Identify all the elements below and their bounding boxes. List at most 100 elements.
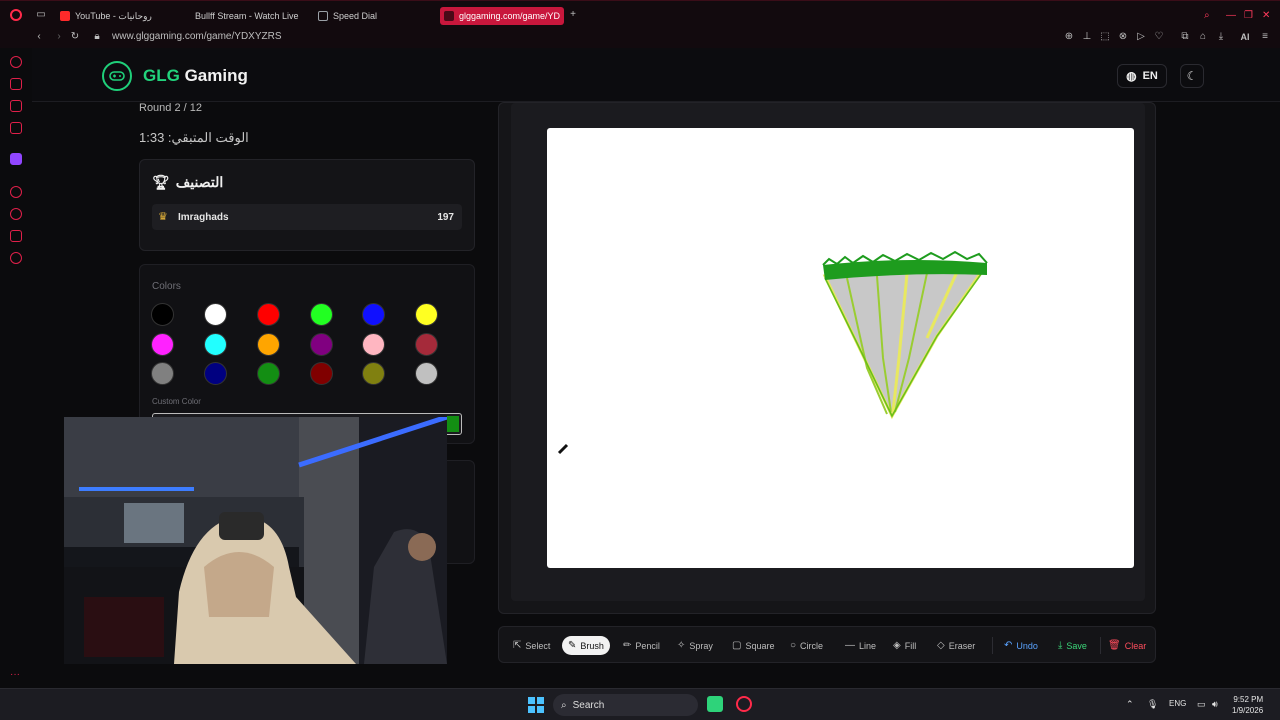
taskbar-clock[interactable]: 9:52 PM 1/9/2026 xyxy=(1232,694,1263,716)
color-swatch[interactable] xyxy=(310,303,333,326)
color-swatch[interactable] xyxy=(362,362,385,385)
trash-icon: 🗑︎ xyxy=(1108,640,1121,651)
tray-chevron-icon[interactable]: ⌃ xyxy=(1126,699,1134,710)
pin-icon[interactable]: ⊥ xyxy=(1082,32,1092,42)
account-icon[interactable]: ⌂ xyxy=(1198,32,1208,42)
sidebar-messenger-icon[interactable] xyxy=(10,100,22,112)
spray-tool[interactable]: ✧ Spray xyxy=(671,636,719,655)
snapshot-icon[interactable]: ⬚ xyxy=(1100,32,1110,42)
adblock-icon[interactable]: ⊗ xyxy=(1118,32,1128,42)
search-icon[interactable]: ⌕ xyxy=(1204,10,1210,21)
opera-gx-icon[interactable] xyxy=(736,696,752,712)
fill-tool[interactable]: ◈ Fill xyxy=(887,636,922,655)
extensions-icon[interactable]: ⧉ xyxy=(1180,32,1190,42)
sidebar-news-icon[interactable] xyxy=(10,122,22,134)
url-field[interactable]: www.glggaming.com/game/YDXYZRS xyxy=(112,31,282,42)
close-icon[interactable]: ✕ xyxy=(1262,10,1270,21)
color-swatch[interactable] xyxy=(151,333,174,356)
windows-start-icon[interactable] xyxy=(528,697,544,713)
pencil-tool[interactable]: ✏︎ Pencil xyxy=(617,636,666,655)
color-swatch[interactable] xyxy=(151,303,174,326)
tool-label: Select xyxy=(525,640,551,651)
workspaces-icon[interactable]: ▭ xyxy=(36,10,46,20)
download-icon[interactable]: ⤓ xyxy=(1216,32,1226,42)
brush-tool[interactable]: ✎ Brush xyxy=(562,636,610,655)
webcam-feed-image xyxy=(64,417,447,664)
twitch-icon[interactable] xyxy=(10,153,22,165)
round-indicator: Round 2 / 12 xyxy=(139,102,202,114)
tab-label: Speed Dial xyxy=(333,11,378,21)
clear-button[interactable]: 🗑︎ Clear xyxy=(1102,636,1152,655)
color-swatch[interactable] xyxy=(151,362,174,385)
tab-favicon-icon xyxy=(444,11,454,21)
drawing-canvas[interactable] xyxy=(547,128,1134,568)
menu-icon[interactable]: ≡ xyxy=(1260,32,1270,42)
network-icon[interactable]: ▭ xyxy=(1197,699,1206,710)
forward-icon[interactable]: › xyxy=(54,32,64,42)
sidebar-settings-icon[interactable] xyxy=(10,252,22,264)
color-swatch[interactable] xyxy=(204,362,227,385)
back-icon[interactable]: ‹ xyxy=(34,32,44,42)
minimize-icon[interactable]: — xyxy=(1226,10,1236,21)
sidebar-more-icon[interactable]: ··· xyxy=(10,670,22,684)
sidebar-store-icon[interactable] xyxy=(10,78,22,90)
tool-label: Save xyxy=(1066,640,1087,651)
ai-button[interactable]: AI xyxy=(1236,32,1254,42)
taskbar-search[interactable]: ⌕ Search xyxy=(553,694,698,716)
discord-icon[interactable] xyxy=(707,696,723,712)
tab-speed-dial[interactable]: Speed Dial xyxy=(314,7,424,25)
browser-tab-bar: ▭ YouTube - روحانيات Bullff Stream - Wat… xyxy=(0,0,1280,28)
color-swatch[interactable] xyxy=(257,333,280,356)
reload-icon[interactable]: ↻ xyxy=(70,32,80,42)
tool-label: Undo xyxy=(1016,640,1038,651)
line-tool[interactable]: — Line xyxy=(839,636,882,655)
tab-youtube[interactable]: YouTube - روحانيات xyxy=(56,7,174,25)
select-tool[interactable]: ⇱ Select xyxy=(507,636,556,655)
undo-button[interactable]: ↶ Undo xyxy=(998,636,1044,655)
tool-label: Circle xyxy=(800,640,824,651)
clock-time: 9:52 PM xyxy=(1233,695,1264,704)
color-swatch[interactable] xyxy=(362,303,385,326)
square-tool[interactable]: ▢ Square xyxy=(726,636,780,655)
color-swatch[interactable] xyxy=(204,303,227,326)
color-swatch[interactable] xyxy=(415,333,438,356)
save-button[interactable]: ⤓ Save xyxy=(1052,636,1093,655)
circle-tool[interactable]: ○ Circle xyxy=(784,636,829,655)
new-tab-button[interactable]: + xyxy=(568,10,578,20)
ranking-title: 🏆︎ التصنيف xyxy=(152,174,223,191)
site-logo[interactable]: GLG Gaming xyxy=(143,66,248,86)
color-swatch[interactable] xyxy=(362,333,385,356)
player-icon[interactable]: ▷ xyxy=(1136,32,1146,42)
tool-label: Square xyxy=(745,640,775,651)
language-button[interactable]: ◍ EN xyxy=(1117,64,1167,88)
microphone-icon[interactable]: 🎙︎ xyxy=(1147,699,1158,710)
sidebar-gx-corner-icon[interactable] xyxy=(10,56,22,68)
tool-label: Eraser xyxy=(948,640,976,651)
player-name: Imraghads xyxy=(178,212,229,223)
color-swatch[interactable] xyxy=(310,362,333,385)
sidebar-player-icon[interactable] xyxy=(10,186,22,198)
input-language[interactable]: ENG xyxy=(1169,699,1186,708)
color-swatch[interactable] xyxy=(415,362,438,385)
color-swatch[interactable] xyxy=(204,333,227,356)
eraser-tool[interactable]: ◇ Eraser xyxy=(931,636,981,655)
drawing-toolbar: ⇱ Select ✎ Brush ✏︎ Pencil ✧ Spray ▢ Square ○… xyxy=(498,626,1156,663)
color-swatch[interactable] xyxy=(257,362,280,385)
tab-stream[interactable]: Bullff Stream - Watch Live xyxy=(186,7,302,25)
custom-color-preview xyxy=(447,416,459,432)
tool-label: Brush xyxy=(580,640,604,651)
color-swatch[interactable] xyxy=(310,333,333,356)
theme-toggle-button[interactable]: ☾ xyxy=(1180,64,1204,88)
color-swatch[interactable] xyxy=(257,303,280,326)
gamepad-icon[interactable] xyxy=(102,61,132,91)
tab-glggaming[interactable]: glggaming.com/game/YD xyxy=(440,7,564,25)
toolbar-divider xyxy=(992,637,993,654)
heart-icon[interactable]: ♡ xyxy=(1154,32,1164,42)
color-swatch[interactable] xyxy=(415,303,438,326)
sidebar-extensions-icon[interactable] xyxy=(10,230,22,242)
volume-icon[interactable]: 🔊︎ xyxy=(1212,699,1218,710)
zoom-icon[interactable]: ⊕ xyxy=(1064,32,1074,42)
maximize-icon[interactable]: ❐ xyxy=(1244,10,1253,21)
sidebar-history-icon[interactable] xyxy=(10,208,22,220)
opera-logo-icon[interactable] xyxy=(10,9,22,21)
